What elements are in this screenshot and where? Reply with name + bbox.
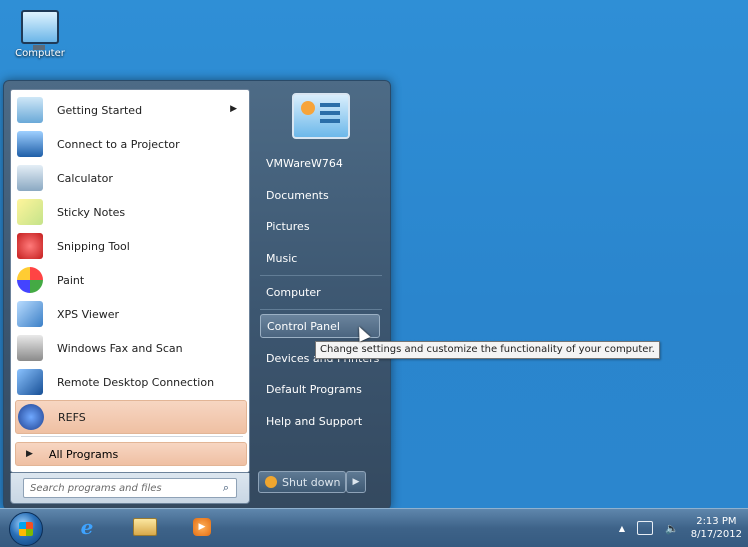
shutdown-options-button[interactable]: ▶ [346, 471, 366, 493]
clock-date: 8/17/2012 [690, 529, 742, 540]
xps-viewer-icon [17, 301, 43, 327]
taskbar: e ▶ ▲ 🔈 2:13 PM 8/17/2012 [0, 508, 748, 547]
paint-icon [17, 267, 43, 293]
program-snipping-tool[interactable]: Snipping Tool [15, 230, 245, 262]
windows-logo-icon [19, 522, 33, 536]
right-item-documents[interactable]: Documents [260, 183, 380, 207]
all-programs-arrow-icon: ▶ [26, 449, 33, 459]
program-connect-projector[interactable]: Connect to a Projector [15, 128, 245, 160]
right-item-default-programs[interactable]: Default Programs [260, 377, 380, 401]
divider [21, 436, 243, 437]
right-pane: VMWareW764 Documents Pictures Music Comp… [254, 81, 388, 509]
program-label: Snipping Tool [57, 239, 130, 253]
media-player-icon[interactable]: ▶ [187, 513, 217, 541]
all-programs-button[interactable]: ▶ All Programs [15, 442, 247, 466]
show-hidden-icons-icon[interactable]: ▲ [619, 524, 625, 533]
network-icon[interactable] [637, 521, 654, 535]
calculator-icon [17, 165, 43, 191]
all-programs-label: All Programs [48, 447, 119, 461]
right-item-help-support[interactable]: Help and Support [260, 409, 380, 433]
start-menu: Getting Started ▶ Connect to a Projector… [3, 80, 391, 510]
sticky-notes-icon [17, 199, 43, 225]
start-button[interactable] [9, 512, 43, 546]
refs-icon [18, 404, 44, 430]
program-label: REFS [58, 410, 86, 424]
user-picture-icon[interactable] [292, 93, 350, 139]
remote-desktop-icon [17, 369, 43, 395]
search-input[interactable]: Search programs and files ⌕ [23, 478, 237, 498]
right-item-music[interactable]: Music [260, 246, 380, 270]
tooltip: Change settings and customize the functi… [315, 341, 660, 359]
volume-icon[interactable]: 🔈 [665, 522, 679, 535]
program-label: Connect to a Projector [57, 137, 180, 151]
program-paint[interactable]: Paint [15, 264, 245, 296]
program-label: Paint [57, 273, 85, 287]
windows-explorer-icon[interactable] [130, 513, 160, 541]
system-tray: ▲ 🔈 2:13 PM 8/17/2012 [619, 513, 742, 543]
program-sticky-notes[interactable]: Sticky Notes [15, 196, 245, 228]
computer-icon [21, 10, 59, 50]
program-label: Sticky Notes [57, 205, 126, 219]
search-icon[interactable]: ⌕ [216, 481, 236, 495]
program-calculator[interactable]: Calculator [15, 162, 245, 194]
program-label: Remote Desktop Connection [57, 375, 215, 389]
projector-icon [17, 131, 43, 157]
program-refs[interactable]: REFS [15, 400, 247, 434]
divider [260, 309, 382, 310]
program-label: Calculator [57, 171, 113, 185]
fax-scan-icon [17, 335, 43, 361]
shutdown-label: Shut down [282, 475, 341, 489]
program-remote-desktop[interactable]: Remote Desktop Connection [15, 366, 245, 398]
clock-time: 2:13 PM [696, 516, 737, 527]
right-item-user[interactable]: VMWareW764 [260, 151, 380, 175]
snipping-tool-icon [17, 233, 43, 259]
search-area: Search programs and files ⌕ [10, 473, 250, 504]
getting-started-icon [17, 97, 43, 123]
program-getting-started[interactable]: Getting Started ▶ [15, 94, 245, 126]
divider [260, 275, 382, 276]
clock[interactable]: 2:13 PM 8/17/2012 [691, 515, 742, 541]
shutdown-button[interactable]: Shut down [258, 471, 346, 493]
program-label: Windows Fax and Scan [57, 341, 183, 355]
internet-explorer-icon[interactable]: e [72, 513, 102, 541]
submenu-arrow-icon: ▶ [230, 104, 237, 114]
program-windows-fax-scan[interactable]: Windows Fax and Scan [15, 332, 245, 364]
programs-pane: Getting Started ▶ Connect to a Projector… [10, 89, 250, 473]
right-item-computer[interactable]: Computer [260, 280, 380, 304]
shield-icon [265, 476, 277, 488]
program-xps-viewer[interactable]: XPS Viewer [15, 298, 245, 330]
program-label: XPS Viewer [57, 307, 120, 321]
desktop-icon-computer[interactable]: Computer [8, 10, 72, 59]
search-placeholder: Search programs and files [30, 482, 162, 494]
right-item-pictures[interactable]: Pictures [260, 214, 380, 238]
program-label: Getting Started [57, 103, 143, 117]
